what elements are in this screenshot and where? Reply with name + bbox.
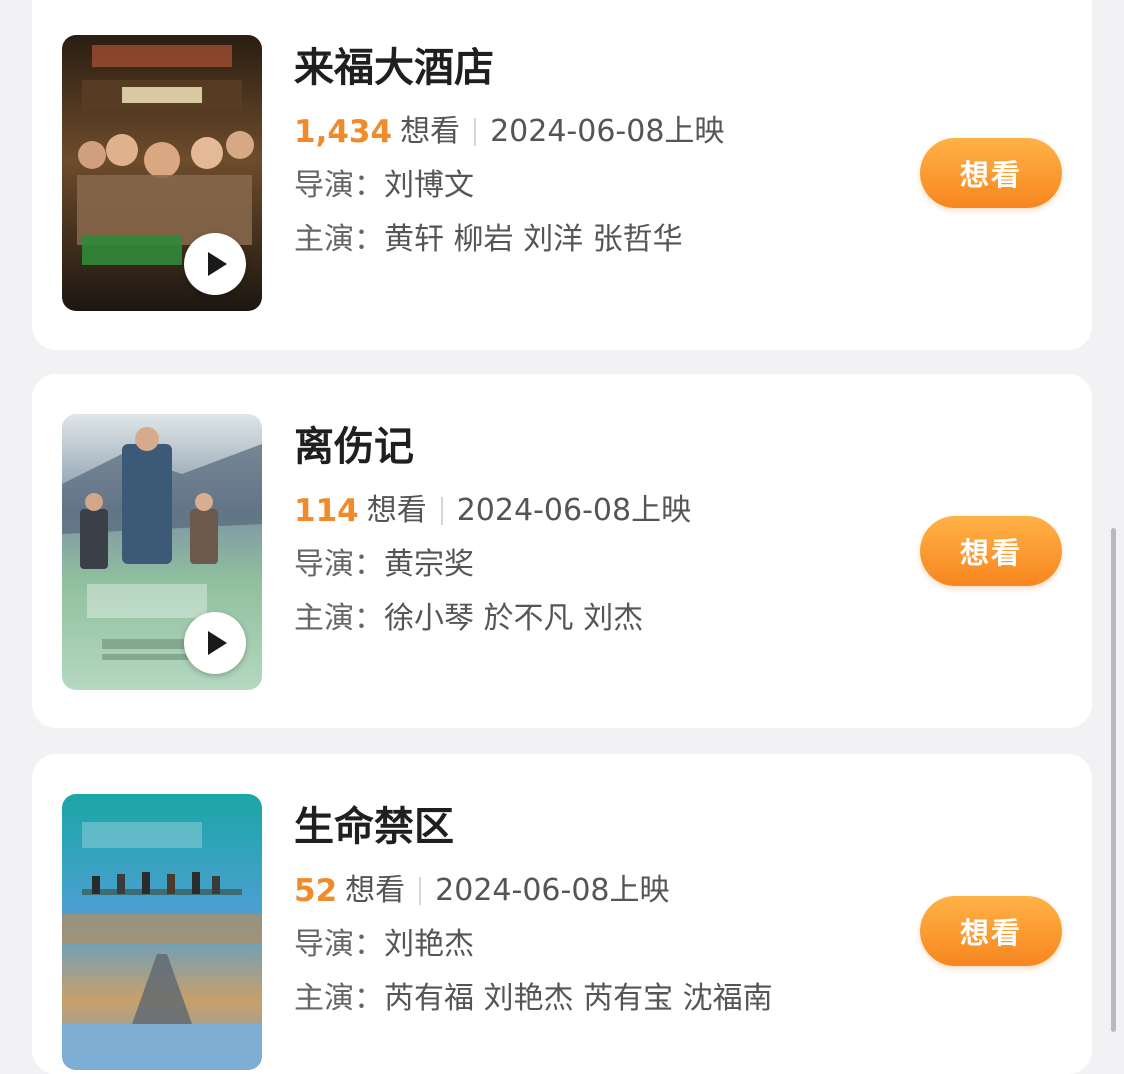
director-label: 导演： bbox=[294, 927, 384, 962]
divider bbox=[419, 877, 422, 905]
movie-card[interactable]: 生命禁区 52 想看 2024-06-08上映 导演：刘艳杰 主演：芮有福 刘艳… bbox=[32, 754, 1092, 1074]
want-to-watch-button[interactable]: 想看 bbox=[920, 138, 1062, 208]
release-date: 2024-06-08上映 bbox=[435, 873, 670, 908]
director-name: 黄宗奖 bbox=[384, 547, 474, 582]
director-row: 导演：刘博文 bbox=[294, 166, 892, 206]
play-button[interactable] bbox=[184, 612, 246, 674]
director-label: 导演： bbox=[294, 168, 384, 203]
director-name: 刘艳杰 bbox=[384, 927, 474, 962]
want-label: 想看 bbox=[366, 493, 427, 528]
cast-names: 芮有福 刘艳杰 芮有宝 沈福南 bbox=[384, 981, 773, 1016]
play-button[interactable] bbox=[184, 233, 246, 295]
cast-row: 主演：黄轩 柳岩 刘洋 张哲华 bbox=[294, 220, 892, 260]
poster-image bbox=[62, 794, 262, 1070]
movie-poster[interactable] bbox=[62, 794, 262, 1070]
cast-label: 主演： bbox=[294, 981, 384, 1016]
movie-info: 生命禁区 52 想看 2024-06-08上映 导演：刘艳杰 主演：芮有福 刘艳… bbox=[294, 799, 892, 1019]
scrollbar[interactable] bbox=[1111, 528, 1116, 1032]
play-icon bbox=[208, 631, 227, 655]
director-name: 刘博文 bbox=[384, 168, 474, 203]
cast-label: 主演： bbox=[294, 601, 384, 636]
divider bbox=[474, 118, 477, 146]
cast-row: 主演：芮有福 刘艳杰 芮有宝 沈福南 bbox=[294, 979, 892, 1019]
movie-info: 来福大酒店 1,434 想看 2024-06-08上映 导演：刘博文 主演：黄轩… bbox=[294, 40, 892, 260]
cast-names: 黄轩 柳岩 刘洋 张哲华 bbox=[384, 222, 683, 257]
movie-list: 来福大酒店 1,434 想看 2024-06-08上映 导演：刘博文 主演：黄轩… bbox=[0, 0, 1124, 1074]
movie-poster[interactable] bbox=[62, 35, 262, 311]
want-label: 想看 bbox=[345, 873, 406, 908]
movie-card[interactable]: 离伤记 114 想看 2024-06-08上映 导演：黄宗奖 主演：徐小琴 於不… bbox=[32, 374, 1092, 728]
want-to-watch-button[interactable]: 想看 bbox=[920, 516, 1062, 586]
release-date: 2024-06-08上映 bbox=[490, 114, 725, 149]
want-count: 114 bbox=[294, 493, 359, 529]
play-icon bbox=[208, 252, 227, 276]
want-count: 1,434 bbox=[294, 114, 393, 150]
movie-title[interactable]: 离伤记 bbox=[294, 419, 892, 475]
want-to-watch-button[interactable]: 想看 bbox=[920, 896, 1062, 966]
want-count: 52 bbox=[294, 873, 338, 909]
movie-title[interactable]: 来福大酒店 bbox=[294, 40, 892, 96]
movie-stats: 1,434 想看 2024-06-08上映 bbox=[294, 112, 892, 152]
want-label: 想看 bbox=[400, 114, 461, 149]
director-label: 导演： bbox=[294, 547, 384, 582]
director-row: 导演：黄宗奖 bbox=[294, 545, 892, 585]
cast-label: 主演： bbox=[294, 222, 384, 257]
release-date: 2024-06-08上映 bbox=[456, 493, 692, 528]
movie-info: 离伤记 114 想看 2024-06-08上映 导演：黄宗奖 主演：徐小琴 於不… bbox=[294, 419, 892, 639]
movie-stats: 52 想看 2024-06-08上映 bbox=[294, 871, 892, 911]
cast-names: 徐小琴 於不凡 刘杰 bbox=[384, 601, 644, 636]
divider bbox=[440, 497, 443, 525]
movie-stats: 114 想看 2024-06-08上映 bbox=[294, 491, 892, 531]
movie-poster[interactable] bbox=[62, 414, 262, 690]
movie-title[interactable]: 生命禁区 bbox=[294, 799, 892, 855]
director-row: 导演：刘艳杰 bbox=[294, 925, 892, 965]
movie-card[interactable]: 来福大酒店 1,434 想看 2024-06-08上映 导演：刘博文 主演：黄轩… bbox=[32, 0, 1092, 350]
cast-row: 主演：徐小琴 於不凡 刘杰 bbox=[294, 599, 892, 639]
